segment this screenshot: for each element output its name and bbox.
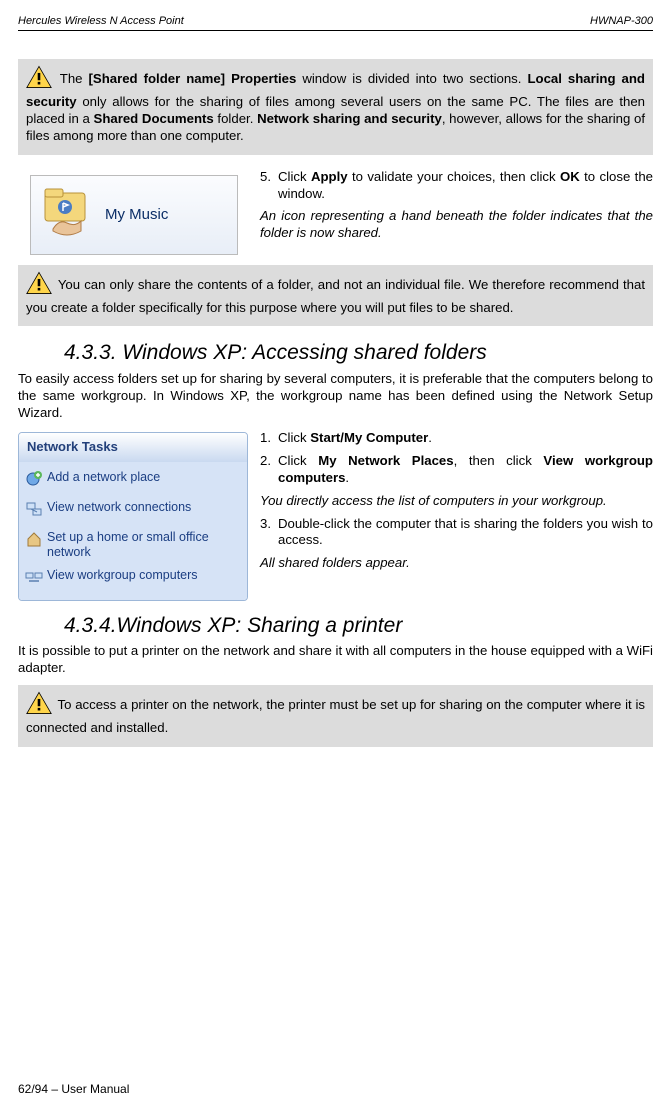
warning-icon xyxy=(26,271,52,300)
page-header: Hercules Wireless N Access Point HWNAP-3… xyxy=(18,14,653,31)
section-434-title: 4.3.4.Windows XP: Sharing a printer xyxy=(64,613,653,640)
page-footer: 62/94 – User Manual xyxy=(18,1082,129,1097)
step-5: 5. Click Apply to validate your choices,… xyxy=(260,169,653,203)
globe-plus-icon xyxy=(25,470,47,492)
section-433-title: 4.3.3. Windows XP: Accessing shared fold… xyxy=(64,340,653,367)
box3-text: To access a printer on the network, the … xyxy=(26,697,645,735)
box1-text: The [Shared folder name] Properties wind… xyxy=(26,71,645,143)
nettasks-item-workgroup[interactable]: View workgroup computers xyxy=(25,568,241,590)
nettasks-item-setup[interactable]: Set up a home or small office network xyxy=(25,530,241,560)
note-workgroup-list: You directly access the list of computer… xyxy=(260,493,653,510)
network-connections-icon xyxy=(25,500,47,522)
step-3: 3. Double-click the computer that is sha… xyxy=(260,516,653,550)
note-box-printer: To access a printer on the network, the … xyxy=(18,685,653,747)
step-2: 2. Click My Network Places, then click V… xyxy=(260,453,653,487)
folder-shared-icon xyxy=(39,183,95,246)
network-tasks-title: Network Tasks xyxy=(19,433,247,462)
workgroup-icon xyxy=(25,568,47,590)
step-1: 1. Click Start/My Computer. xyxy=(260,430,653,447)
my-music-label: My Music xyxy=(105,205,168,224)
box2-text: You can only share the contents of a fol… xyxy=(26,277,645,315)
section-433-intro: To easily access folders set up for shar… xyxy=(18,371,653,422)
note-box-properties: The [Shared folder name] Properties wind… xyxy=(18,59,653,155)
header-right: HWNAP-300 xyxy=(590,14,653,28)
nettasks-row: Network Tasks Add a network place View n… xyxy=(18,430,653,601)
network-tasks-panel: Network Tasks Add a network place View n… xyxy=(18,432,248,601)
note-shared-appear: All shared folders appear. xyxy=(260,555,653,572)
step5-row: My Music 5. Click Apply to validate your… xyxy=(18,169,653,255)
note-box-shareonly: You can only share the contents of a fol… xyxy=(18,265,653,327)
home-network-icon xyxy=(25,530,47,552)
nettasks-item-add[interactable]: Add a network place xyxy=(25,470,241,492)
warning-icon xyxy=(26,691,52,720)
section-434-intro: It is possible to put a printer on the n… xyxy=(18,643,653,677)
warning-icon xyxy=(26,65,52,94)
header-left: Hercules Wireless N Access Point xyxy=(18,14,184,28)
nettasks-item-view-conn[interactable]: View network connections xyxy=(25,500,241,522)
step5-note: An icon representing a hand beneath the … xyxy=(260,208,653,242)
my-music-folder-image: My Music xyxy=(30,175,238,255)
